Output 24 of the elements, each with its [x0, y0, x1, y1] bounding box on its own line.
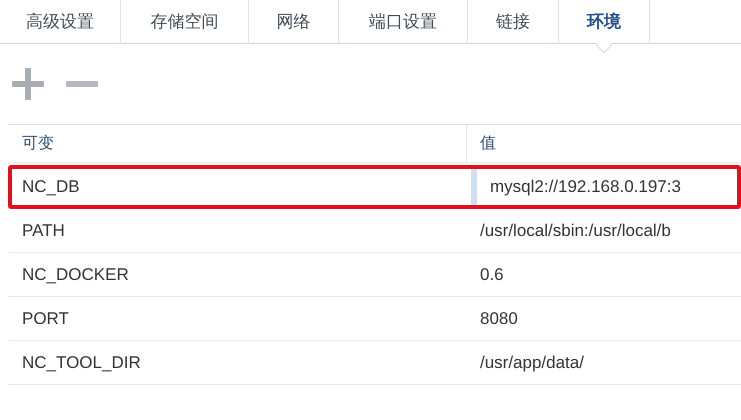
column-header: 值	[480, 134, 496, 154]
tab[interactable]: 高级设置	[0, 0, 121, 44]
table-row[interactable]: PORT 8080	[8, 297, 741, 341]
tab[interactable]: 环境	[559, 0, 650, 44]
table-cell-text: /usr/app/data/	[479, 352, 585, 374]
table-cell-text: 0.6	[479, 264, 505, 286]
table-row[interactable]: NC_DB mysql2://192.168.0.197:3	[8, 165, 741, 209]
tab[interactable]: 存储空间	[121, 0, 249, 44]
table-cell-text: NC_DOCKER	[22, 264, 129, 286]
table-cell-text: NC_DB	[22, 176, 80, 198]
table-cell-text: PATH	[22, 220, 65, 242]
table-cell-text: NC_TOOL_DIR	[22, 352, 141, 374]
table-cell-text: 8080	[479, 308, 519, 330]
table-row[interactable]: NC_DOCKER 0.6	[8, 253, 741, 297]
table-cell-text: /usr/local/sbin:/usr/local/b	[479, 220, 672, 242]
table-cell-text: PORT	[22, 308, 69, 330]
table-row[interactable]: NC_TOOL_DIR /usr/app/data/	[8, 341, 741, 385]
table-row[interactable]: PATH /usr/local/sbin:/usr/local/b	[8, 209, 741, 253]
tab[interactable]: 网络	[249, 0, 339, 44]
column-header: 可变	[22, 134, 54, 154]
tab[interactable]: 链接	[468, 0, 559, 44]
tab[interactable]: 端口设置	[339, 0, 468, 44]
add-icon[interactable]	[12, 68, 44, 100]
table-cell: mysql2://192.168.0.197:3	[471, 169, 737, 205]
